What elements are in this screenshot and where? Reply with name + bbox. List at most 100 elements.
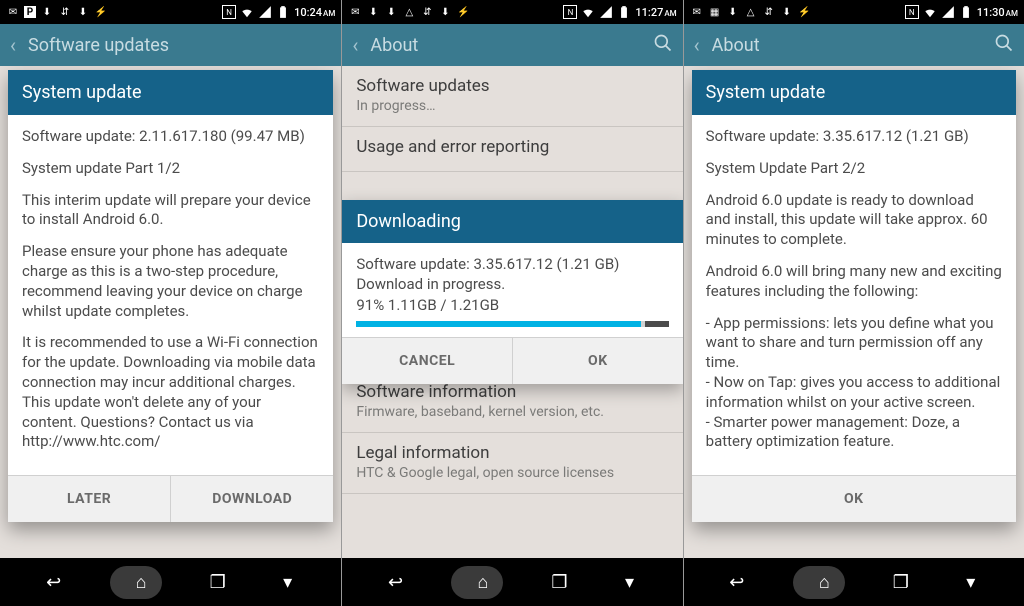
nav-hide-icon[interactable]: ▾: [957, 572, 985, 593]
item-sub: Firmware, baseband, kernel version, etc.: [356, 404, 668, 420]
dialog-title: System update: [692, 70, 1016, 115]
later-button[interactable]: LATER: [8, 476, 170, 522]
status-bar: ✉ ⬇ ⬇ △ ⇵ ⬇ ⚡ N 11:27AM: [342, 0, 682, 24]
mail-icon: ✉: [6, 5, 20, 19]
system-update-dialog: System update Software update: 2.11.617.…: [8, 70, 333, 522]
search-icon[interactable]: [653, 33, 673, 58]
clock-text: 11:27AM: [635, 6, 676, 19]
download-icon: ⬇: [366, 5, 380, 19]
item-sub: In progress…: [356, 98, 668, 114]
nav-home-icon[interactable]: ⌂: [451, 566, 503, 599]
back-icon[interactable]: ‹: [10, 33, 16, 57]
status-bar: ✉ ▦ ⬇ △ ⇵ ⬇ ⚡ N 11:30AM: [684, 0, 1024, 24]
clock-text: 10:24AM: [294, 6, 335, 19]
plug-icon: ⚡: [798, 5, 812, 19]
nav-bar: ↩ ⌂ ❐ ▾: [342, 558, 682, 606]
signal-icon: [941, 5, 955, 19]
nav-hide-icon[interactable]: ▾: [615, 572, 643, 593]
list-item[interactable]: Legal information HTC & Google legal, op…: [342, 433, 682, 494]
nav-recent-icon[interactable]: ❐: [545, 572, 573, 593]
nav-hide-icon[interactable]: ▾: [274, 572, 302, 593]
plug-icon: ⚡: [94, 5, 108, 19]
update-ready-text: Android 6.0 update is ready to download …: [706, 191, 1002, 250]
mail-icon: ✉: [690, 5, 704, 19]
progress-remaining: [645, 321, 669, 327]
item-title: Software updates: [356, 76, 668, 96]
dialog-body: Software update: 3.35.617.12 (1.21 GB) S…: [692, 115, 1016, 475]
plug-icon: ⚡: [456, 5, 470, 19]
nav-back-icon[interactable]: ↩: [40, 572, 68, 593]
item-title: Usage and error reporting: [356, 137, 668, 157]
download-status-text: Download in progress.: [356, 274, 668, 294]
item-title: Legal information: [356, 443, 668, 463]
app-bar: ‹ Software updates: [0, 24, 341, 66]
download-icon: ⬇: [40, 5, 54, 19]
nav-back-icon[interactable]: ↩: [381, 572, 409, 593]
nav-home-icon[interactable]: ⌂: [110, 566, 162, 599]
phone-screen-2: ✉ ⬇ ⬇ △ ⇵ ⬇ ⚡ N 11:27AM ‹ About Software…: [341, 0, 682, 606]
mail-icon: ✉: [348, 5, 362, 19]
nfc-icon: N: [905, 5, 919, 19]
nav-home-icon[interactable]: ⌂: [793, 566, 845, 599]
progress-bar: [356, 321, 668, 327]
ok-button[interactable]: OK: [512, 338, 683, 384]
clock-text: 11:30AM: [977, 6, 1018, 19]
list-item[interactable]: Usage and error reporting: [342, 127, 682, 172]
app-bar: ‹ About: [684, 24, 1024, 66]
app-bar-title: About: [712, 35, 982, 56]
update-part-text: System Update Part 2/2: [706, 159, 1002, 179]
update-version-text: Software update: 2.11.617.180 (99.47 MB): [22, 127, 319, 147]
signal-icon: [258, 5, 272, 19]
download3-icon: ⬇: [438, 5, 452, 19]
battery-icon: [617, 5, 631, 19]
cancel-button[interactable]: CANCEL: [342, 338, 512, 384]
download-progress-text: 91% 1.11GB / 1.21GB: [356, 295, 668, 315]
update-version-text: Software update: 3.35.617.12 (1.21 GB): [706, 127, 1002, 147]
nfc-icon: N: [563, 5, 577, 19]
update-part-text: System update Part 1/2: [22, 159, 319, 179]
download2-icon: ⬇: [780, 5, 794, 19]
list-item[interactable]: Software updates In progress…: [342, 66, 682, 127]
charge-note-text: Please ensure your phone has adequate ch…: [22, 242, 319, 321]
feature3-text: - Smarter power management: Doze, a batt…: [706, 413, 1002, 453]
progress-fill: [356, 321, 640, 327]
contact-text: This update won't delete any of your con…: [22, 393, 319, 452]
nav-bar: ↩ ⌂ ❐ ▾: [684, 558, 1024, 606]
wifi-icon: [923, 5, 937, 19]
drive-icon: △: [744, 5, 758, 19]
feature2-text: - Now on Tap: gives you access to additi…: [706, 373, 1002, 413]
dialog-title: System update: [8, 70, 333, 115]
features-intro-text: Android 6.0 will bring many new and exci…: [706, 262, 1002, 302]
back-icon[interactable]: ‹: [694, 33, 700, 57]
download-version-text: Software update: 3.35.617.12 (1.21 GB): [356, 254, 668, 274]
nav-recent-icon[interactable]: ❐: [204, 572, 232, 593]
dialog-body: Software update: 2.11.617.180 (99.47 MB)…: [8, 115, 333, 475]
download2-icon: ⬇: [384, 5, 398, 19]
usb-icon: ⇵: [420, 5, 434, 19]
status-bar: ✉ P ⬇ ⇵ ⬇ ⚡ N 10:24AM: [0, 0, 341, 24]
nav-recent-icon[interactable]: ❐: [887, 572, 915, 593]
dialog-title: Downloading: [342, 200, 682, 243]
battery-icon: [276, 5, 290, 19]
ok-button[interactable]: OK: [692, 476, 1016, 522]
usb-icon: ⇵: [762, 5, 776, 19]
drive-icon: △: [402, 5, 416, 19]
nfc-icon: N: [222, 5, 236, 19]
item-title: Software information: [356, 382, 668, 402]
wifi-icon: [240, 5, 254, 19]
phone-screen-1: ✉ P ⬇ ⇵ ⬇ ⚡ N 10:24AM ‹ Software updates: [0, 0, 341, 606]
wifi-note-text: It is recommended to use a Wi-Fi connect…: [22, 333, 319, 392]
download2-icon: ⬇: [76, 5, 90, 19]
update-desc-text: This interim update will prepare your de…: [22, 191, 319, 231]
nav-bar: ↩ ⌂ ❐ ▾: [0, 558, 341, 606]
app-bar-title: Software updates: [28, 35, 331, 56]
signal-icon: [599, 5, 613, 19]
download-icon: ⬇: [726, 5, 740, 19]
download-button[interactable]: DOWNLOAD: [170, 476, 333, 522]
back-icon[interactable]: ‹: [352, 33, 358, 57]
nav-back-icon[interactable]: ↩: [723, 572, 751, 593]
search-icon[interactable]: [994, 33, 1014, 58]
phone-screen-3: ✉ ▦ ⬇ △ ⇵ ⬇ ⚡ N 11:30AM ‹ About System u…: [683, 0, 1024, 606]
feature1-text: - App permissions: lets you define what …: [706, 314, 1002, 373]
app-bar-title: About: [370, 35, 640, 56]
